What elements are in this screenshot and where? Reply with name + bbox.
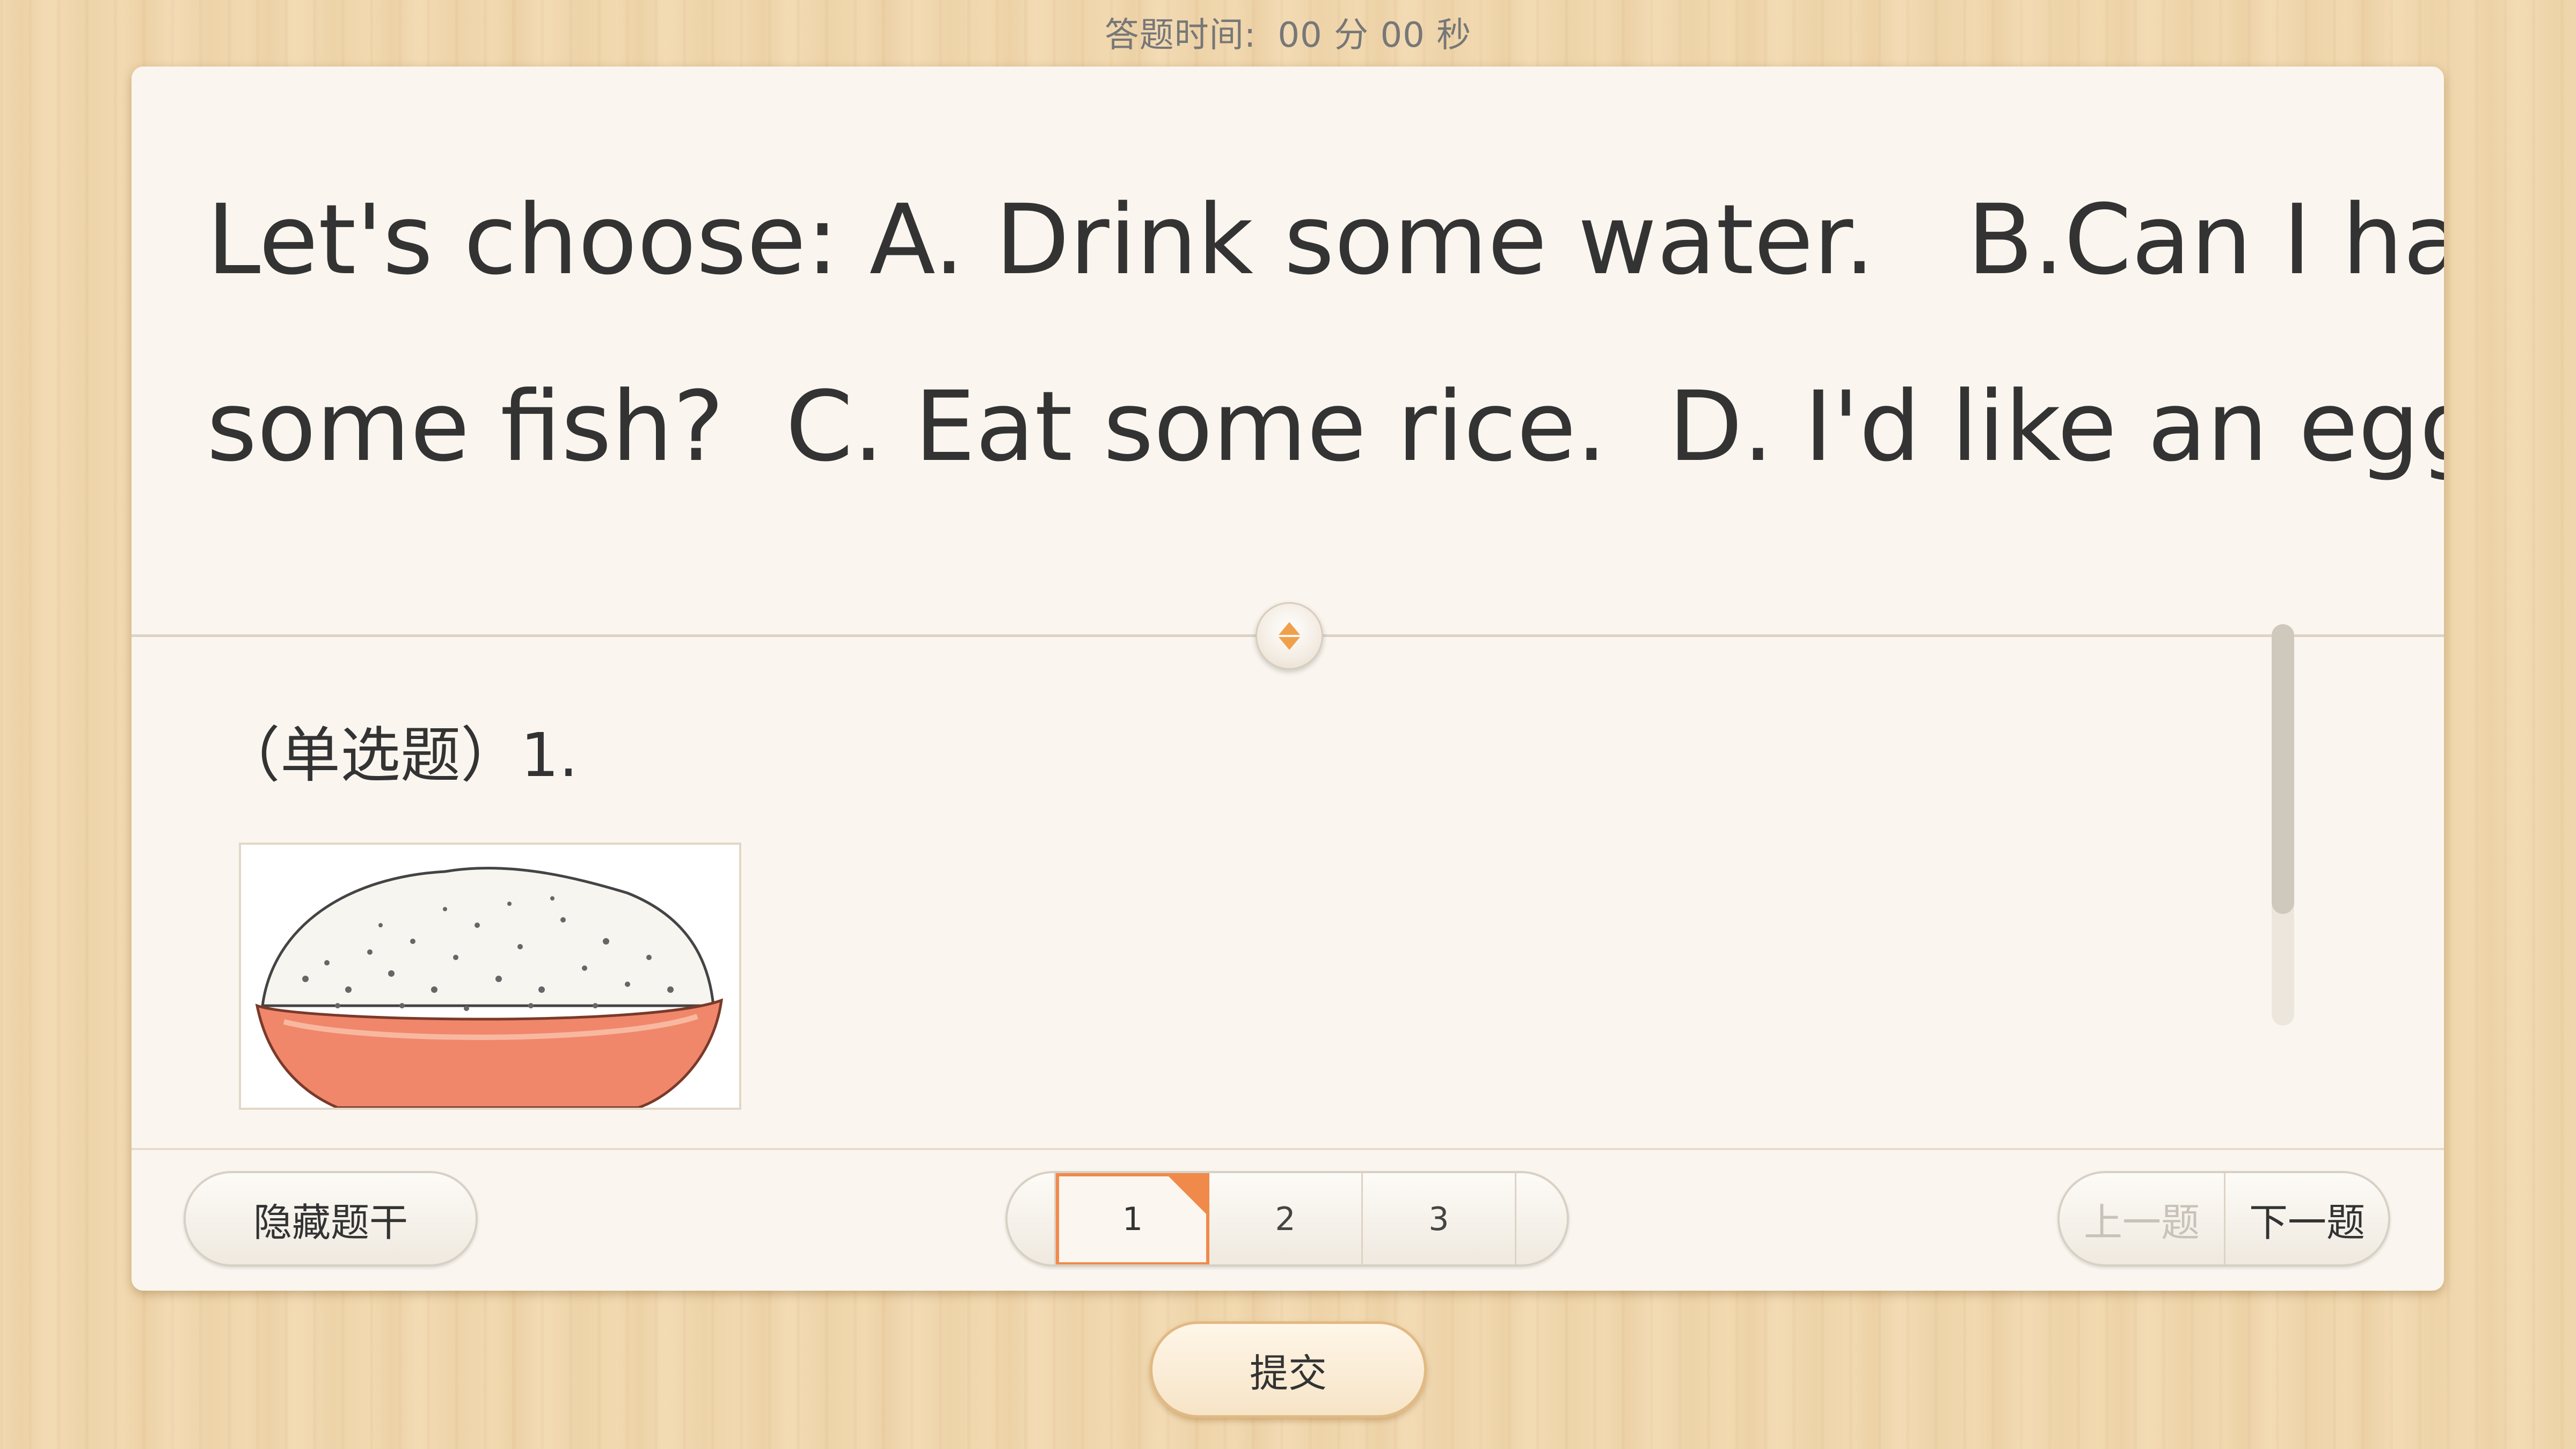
submit-button[interactable]: 提交 bbox=[1150, 1321, 1427, 1418]
next-question-button[interactable]: 下一题 bbox=[2225, 1173, 2388, 1264]
question-type-label: （单选题）1. bbox=[220, 721, 578, 791]
current-flag-icon bbox=[1169, 1176, 1206, 1214]
page-3-label: 3 bbox=[1428, 1201, 1449, 1238]
question-area: （单选题）1. bbox=[132, 637, 2444, 1174]
stem-text: Let's choose: A. Drink some water. B.Can… bbox=[207, 147, 2444, 521]
question-image bbox=[239, 843, 741, 1110]
bowl-of-rice-image bbox=[241, 845, 739, 1108]
question-card: Let's choose: A. Drink some water. B.Can… bbox=[132, 67, 2444, 1291]
answer-timer: 答题时间: 00 分 00 秒 bbox=[0, 8, 2576, 57]
page-1-label: 1 bbox=[1122, 1201, 1143, 1238]
question-pager: 1 2 3 bbox=[1005, 1171, 1569, 1267]
hide-stem-button[interactable]: 隐藏题干 bbox=[184, 1171, 478, 1267]
page-2-label: 2 bbox=[1275, 1201, 1296, 1238]
prev-next-group: 上一题 下一题 bbox=[2057, 1171, 2390, 1267]
page-2-button[interactable]: 2 bbox=[1209, 1173, 1363, 1264]
stem-text-line1: Let's choose: A. Drink some water. B.Can… bbox=[207, 184, 2444, 296]
timer-label: 答题时间: bbox=[1104, 16, 1257, 55]
question-stem: Let's choose: A. Drink some water. B.Can… bbox=[132, 67, 2444, 635]
pager-left-cap bbox=[1008, 1173, 1056, 1264]
page-1-button[interactable]: 1 bbox=[1056, 1173, 1209, 1264]
footer-divider bbox=[132, 1148, 2444, 1150]
page-3-button[interactable]: 3 bbox=[1363, 1173, 1516, 1264]
timer-value: 00 分 00 秒 bbox=[1278, 16, 1472, 55]
prev-question-button[interactable]: 上一题 bbox=[2060, 1173, 2225, 1264]
scrollbar-thumb[interactable] bbox=[2272, 624, 2294, 914]
stem-text-line2: some fish? C. Eat some rice. D. I'd like… bbox=[207, 371, 2444, 483]
